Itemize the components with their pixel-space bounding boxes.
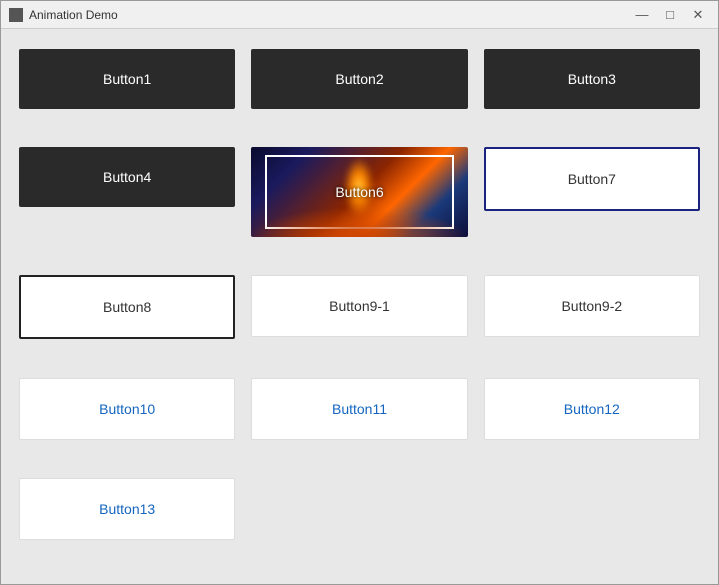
app-icon [9, 8, 23, 22]
window-controls: — □ ✕ [630, 5, 710, 25]
minimize-button[interactable]: — [630, 5, 654, 25]
button3[interactable]: Button3 [484, 49, 700, 109]
button13[interactable]: Button13 [19, 478, 235, 540]
window-title: Animation Demo [29, 8, 118, 22]
title-bar-left: Animation Demo [9, 8, 118, 22]
title-bar: Animation Demo — □ ✕ [1, 1, 718, 29]
button9-2[interactable]: Button9-2 [484, 275, 700, 337]
button6[interactable]: Button6 [251, 147, 467, 237]
button10[interactable]: Button10 [19, 378, 235, 440]
maximize-button[interactable]: □ [658, 5, 682, 25]
button9-1[interactable]: Button9-1 [251, 275, 467, 337]
button7[interactable]: Button7 [484, 147, 700, 211]
button4[interactable]: Button4 [19, 147, 235, 207]
button-grid: Button1 Button2 Button3 Button4 Button6 … [1, 29, 718, 584]
button12[interactable]: Button12 [484, 378, 700, 440]
button1[interactable]: Button1 [19, 49, 235, 109]
button11[interactable]: Button11 [251, 378, 467, 440]
button6-label: Button6 [335, 184, 383, 200]
main-window: Animation Demo — □ ✕ Button1 Button2 But… [0, 0, 719, 585]
button2[interactable]: Button2 [251, 49, 467, 109]
close-button[interactable]: ✕ [686, 5, 710, 25]
button8[interactable]: Button8 [19, 275, 235, 339]
button6-background: Button6 [251, 147, 467, 237]
